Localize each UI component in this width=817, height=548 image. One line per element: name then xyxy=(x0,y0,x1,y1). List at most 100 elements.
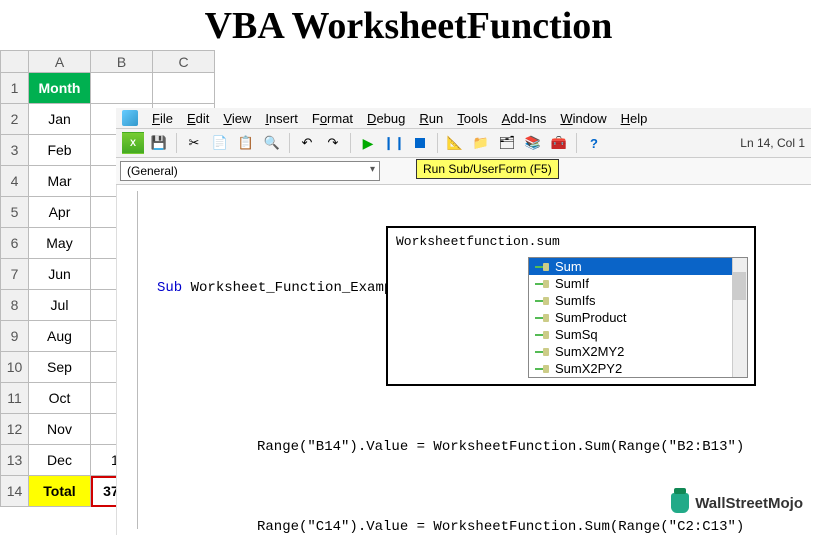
row-header[interactable]: 12 xyxy=(1,414,29,445)
function-icon xyxy=(535,313,549,323)
separator xyxy=(576,133,577,153)
corner-cell xyxy=(1,51,29,73)
col-header[interactable]: A xyxy=(29,51,91,73)
code-line: Range("B14").Value = WorksheetFunction.S… xyxy=(157,434,807,461)
function-icon xyxy=(535,296,549,306)
menu-format[interactable]: Format xyxy=(312,111,353,126)
cell-header-month[interactable]: Month xyxy=(29,73,91,104)
cell[interactable]: Apr xyxy=(29,197,91,228)
row-header[interactable]: 7 xyxy=(1,259,29,290)
menu-tools[interactable]: Tools xyxy=(457,111,487,126)
intellisense-popup: Worksheetfunction.sum Sum SumIf SumIfs S… xyxy=(386,226,756,386)
code-line: Range("C14").Value = WorksheetFunction.S… xyxy=(157,514,807,535)
object-dropdown[interactable]: (General) xyxy=(120,161,380,181)
cell[interactable] xyxy=(91,73,153,104)
function-icon xyxy=(535,347,549,357)
run-icon[interactable]: ▶ xyxy=(357,132,379,154)
properties-icon[interactable]: 🗂 xyxy=(496,132,518,154)
project-explorer-icon[interactable]: 📁 xyxy=(470,132,492,154)
row-header[interactable]: 10 xyxy=(1,352,29,383)
cell[interactable]: Sep xyxy=(29,352,91,383)
intellisense-item[interactable]: SumX2PY2 xyxy=(529,360,747,377)
cell[interactable]: Dec xyxy=(29,445,91,476)
row-header[interactable]: 5 xyxy=(1,197,29,228)
menu-help[interactable]: Help xyxy=(621,111,648,126)
cell[interactable]: Nov xyxy=(29,414,91,445)
intellisense-list[interactable]: Sum SumIf SumIfs SumProduct SumSq SumX2M… xyxy=(528,257,748,378)
function-icon xyxy=(535,364,549,374)
menu-file[interactable]: File xyxy=(152,111,173,126)
row-header[interactable]: 4 xyxy=(1,166,29,197)
row-header[interactable]: 14 xyxy=(1,476,29,507)
menu-edit[interactable]: Edit xyxy=(187,111,209,126)
intellisense-item[interactable]: SumSq xyxy=(529,326,747,343)
separator xyxy=(176,133,177,153)
intellisense-item[interactable]: SumProduct xyxy=(529,309,747,326)
paste-icon[interactable]: 📋 xyxy=(235,132,257,154)
excel-icon[interactable]: X xyxy=(122,132,144,154)
toolbar: X 💾 ✂ 📄 📋 🔍 ↶ ↷ ▶ ❙❙ 📐 📁 🗂 📚 🧰 ? Ln 14, … xyxy=(116,129,811,158)
toolbox-icon[interactable]: 🧰 xyxy=(548,132,570,154)
menu-debug[interactable]: Debug xyxy=(367,111,405,126)
menu-insert[interactable]: Insert xyxy=(265,111,298,126)
design-mode-icon[interactable]: 📐 xyxy=(444,132,466,154)
help-icon[interactable]: ? xyxy=(583,132,605,154)
cell-total-label[interactable]: Total xyxy=(29,476,91,507)
row-header[interactable]: 13 xyxy=(1,445,29,476)
intellisense-item[interactable]: SumIf xyxy=(529,275,747,292)
cell[interactable]: Aug xyxy=(29,321,91,352)
save-icon[interactable]: 💾 xyxy=(148,132,170,154)
menu-view[interactable]: View xyxy=(223,111,251,126)
cell[interactable]: Feb xyxy=(29,135,91,166)
cursor-position: Ln 14, Col 1 xyxy=(740,136,805,150)
cell[interactable]: Jul xyxy=(29,290,91,321)
menu-window[interactable]: Window xyxy=(560,111,606,126)
watermark-text: WallStreetMojo xyxy=(695,495,803,512)
menu-addins[interactable]: Add-Ins xyxy=(502,111,547,126)
row-header[interactable]: 2 xyxy=(1,104,29,135)
cell[interactable]: May xyxy=(29,228,91,259)
separator xyxy=(350,133,351,153)
function-icon xyxy=(535,262,549,272)
undo-icon[interactable]: ↶ xyxy=(296,132,318,154)
object-browser-icon[interactable]: 📚 xyxy=(522,132,544,154)
object-procedure-bar: (General) Run Sub/UserForm (F5) xyxy=(116,158,811,185)
intellisense-item[interactable]: SumX2MY2 xyxy=(529,343,747,360)
margin-line xyxy=(137,191,138,529)
intellisense-typed-text: Worksheetfunction.sum xyxy=(388,228,754,257)
watermark: WallStreetMojo xyxy=(671,493,803,513)
find-icon[interactable]: 🔍 xyxy=(261,132,283,154)
function-icon xyxy=(535,330,549,340)
cell[interactable]: Jan xyxy=(29,104,91,135)
intellisense-item[interactable]: SumIfs xyxy=(529,292,747,309)
vba-app-icon xyxy=(122,110,138,126)
redo-icon[interactable]: ↷ xyxy=(322,132,344,154)
copy-icon[interactable]: 📄 xyxy=(209,132,231,154)
break-icon[interactable]: ❙❙ xyxy=(383,132,405,154)
scrollbar[interactable] xyxy=(732,258,747,377)
intellisense-item-selected[interactable]: Sum xyxy=(529,258,747,275)
menu-bar: File Edit View Insert Format Debug Run T… xyxy=(116,108,811,129)
row-header[interactable]: 11 xyxy=(1,383,29,414)
row-header[interactable]: 3 xyxy=(1,135,29,166)
cell[interactable]: Oct xyxy=(29,383,91,414)
scrollbar-thumb[interactable] xyxy=(733,272,746,300)
wallstreetmojo-icon xyxy=(671,493,689,513)
row-header[interactable]: 6 xyxy=(1,228,29,259)
separator xyxy=(289,133,290,153)
cell[interactable] xyxy=(153,73,215,104)
keyword-sub: Sub xyxy=(157,280,182,296)
menu-run[interactable]: Run xyxy=(419,111,443,126)
reset-icon[interactable] xyxy=(409,132,431,154)
row-header[interactable]: 9 xyxy=(1,321,29,352)
page-title: VBA WorksheetFunction xyxy=(0,0,817,50)
col-header[interactable]: C xyxy=(153,51,215,73)
row-header[interactable]: 8 xyxy=(1,290,29,321)
cell[interactable]: Mar xyxy=(29,166,91,197)
cell[interactable]: Jun xyxy=(29,259,91,290)
separator xyxy=(437,133,438,153)
row-header[interactable]: 1 xyxy=(1,73,29,104)
cut-icon[interactable]: ✂ xyxy=(183,132,205,154)
run-tooltip: Run Sub/UserForm (F5) xyxy=(416,159,559,179)
col-header[interactable]: B xyxy=(91,51,153,73)
